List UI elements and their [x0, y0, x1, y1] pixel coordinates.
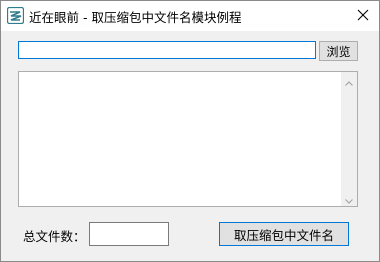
- main-window: 近在眼前 - 取压缩包中文件名模块例程 浏览 总文件数： 取压缩包中文件名: [0, 0, 380, 262]
- extract-filenames-button[interactable]: 取压缩包中文件名: [219, 222, 349, 246]
- total-files-field[interactable]: [89, 222, 169, 246]
- scroll-down-button[interactable]: [341, 190, 357, 206]
- close-button[interactable]: [347, 1, 379, 29]
- scroll-up-button[interactable]: [341, 72, 357, 88]
- chevron-down-icon: [345, 189, 353, 208]
- file-path-input[interactable]: [18, 41, 316, 59]
- window-title: 近在眼前 - 取压缩包中文件名模块例程: [29, 10, 242, 25]
- title-bar: 近在眼前 - 取压缩包中文件名模块例程: [1, 1, 379, 31]
- vertical-scrollbar[interactable]: [341, 72, 357, 206]
- file-name-list[interactable]: [18, 71, 358, 207]
- browse-button[interactable]: 浏览: [319, 41, 358, 61]
- app-icon: [6, 6, 25, 25]
- close-icon: [357, 6, 369, 25]
- chevron-up-icon: [345, 71, 353, 90]
- total-files-label: 总文件数：: [23, 229, 86, 244]
